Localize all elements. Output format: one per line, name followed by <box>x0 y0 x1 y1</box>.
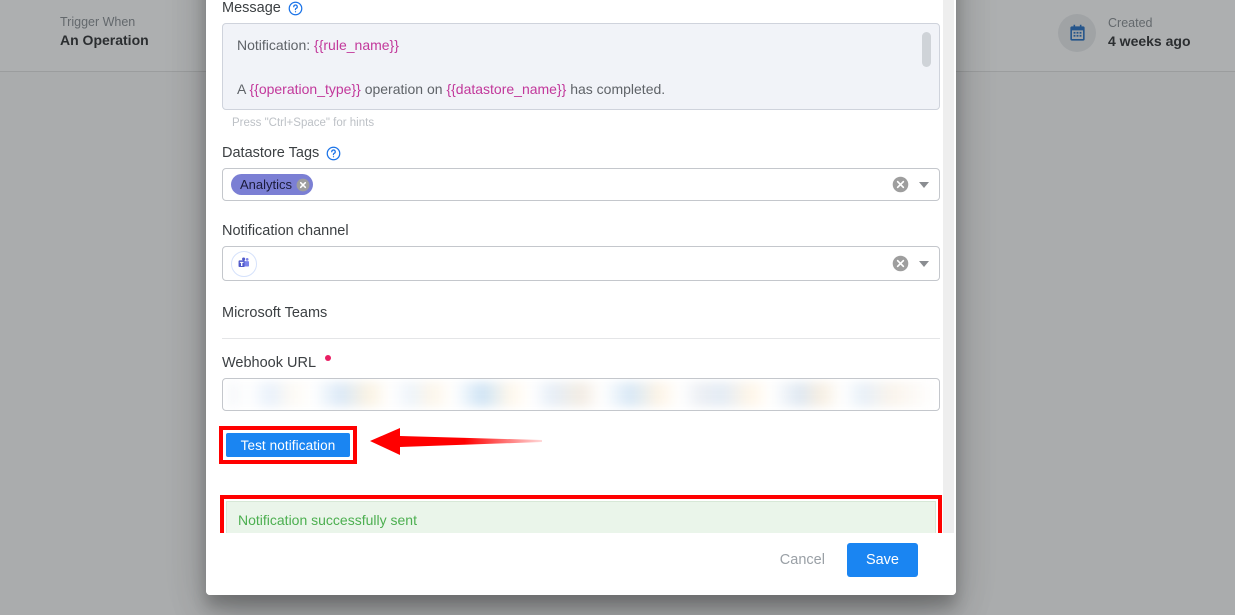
webhook-url-input[interactable] <box>222 378 940 411</box>
datastore-tags-select[interactable]: Analytics <box>222 168 940 201</box>
success-alert-text: Notification successfully sent <box>238 512 417 528</box>
message-line1-prefix: Notification: <box>237 37 315 53</box>
message-line1-variable: {{rule_name}} <box>314 37 399 53</box>
dialog-scrollbar-thumb[interactable] <box>943 0 954 533</box>
microsoft-teams-icon <box>231 250 257 277</box>
datastore-tags-field: Datastore Tags Analytics <box>222 145 940 201</box>
message-textarea[interactable]: Notification: {{rule_name}} A {{operatio… <box>222 23 940 110</box>
message-line2-variable-2: {{datastore_name}} <box>446 81 567 98</box>
annotation-arrow-icon <box>370 428 542 455</box>
cancel-button[interactable]: Cancel <box>766 544 839 576</box>
message-line2-mid: operation on <box>360 81 447 98</box>
dialog-scroll-area: Message Notification: {{rule_name}} A {{… <box>206 0 956 533</box>
chevron-down-icon[interactable] <box>919 181 929 188</box>
section-divider <box>222 338 940 339</box>
required-indicator <box>325 355 332 361</box>
notification-channel-label: Notification channel <box>222 223 349 239</box>
webhook-url-label-row: Webhook URL <box>222 355 940 371</box>
message-scrollbar-thumb[interactable] <box>922 32 931 67</box>
chip-remove-icon[interactable] <box>296 178 310 192</box>
notification-channel-select[interactable] <box>222 246 940 281</box>
notification-channel-label-row: Notification channel <box>222 223 940 239</box>
chevron-down-icon[interactable] <box>919 260 929 267</box>
message-line2-suffix: has completed. <box>566 81 666 98</box>
message-line-2: A {{operation_type}} operation on {{data… <box>237 79 925 99</box>
dialog-footer: Cancel Save <box>206 533 956 595</box>
message-label-row: Message <box>222 0 940 16</box>
notification-rule-dialog: Message Notification: {{rule_name}} A {{… <box>206 0 956 595</box>
webhook-url-redacted-value <box>228 382 934 407</box>
page-root: Trigger When An Operation Created 4 week… <box>0 0 1235 615</box>
save-button[interactable]: Save <box>846 543 918 577</box>
message-line2-prefix: A <box>237 81 250 98</box>
dialog-scrollbar[interactable] <box>943 0 954 533</box>
test-result-area: Notification successfully sent <box>220 495 942 533</box>
message-field: Message Notification: {{rule_name}} A {{… <box>222 0 940 129</box>
message-label: Message <box>222 0 281 16</box>
datastore-tags-chips: Analytics <box>231 174 892 195</box>
help-circle-icon[interactable] <box>326 146 341 161</box>
help-circle-icon[interactable] <box>288 1 303 16</box>
clear-circle-icon[interactable] <box>892 255 909 272</box>
notification-channel-field: Notification channel <box>222 223 940 281</box>
webhook-url-field: Webhook URL <box>222 355 940 411</box>
notification-channel-actions <box>892 255 933 272</box>
notification-channel-value <box>231 250 892 277</box>
success-alert: Notification successfully sent <box>226 501 936 533</box>
datastore-tags-actions <box>892 176 933 193</box>
test-notification-area: Test notification <box>219 426 940 467</box>
tag-chip[interactable]: Analytics <box>231 174 314 195</box>
channel-section-title: Microsoft Teams <box>222 305 328 321</box>
webhook-url-label: Webhook URL <box>222 355 317 371</box>
message-line-1: Notification: {{rule_name}} <box>237 35 925 55</box>
datastore-tags-label-row: Datastore Tags <box>222 145 940 161</box>
test-notification-button[interactable]: Test notification <box>226 433 350 457</box>
datastore-tags-label: Datastore Tags <box>222 145 320 161</box>
message-line2-variable-1: {{operation_type}} <box>249 81 361 98</box>
clear-circle-icon[interactable] <box>892 176 909 193</box>
tag-chip-label: Analytics <box>240 177 293 192</box>
message-hint: Press "Ctrl+Space" for hints <box>232 117 375 129</box>
